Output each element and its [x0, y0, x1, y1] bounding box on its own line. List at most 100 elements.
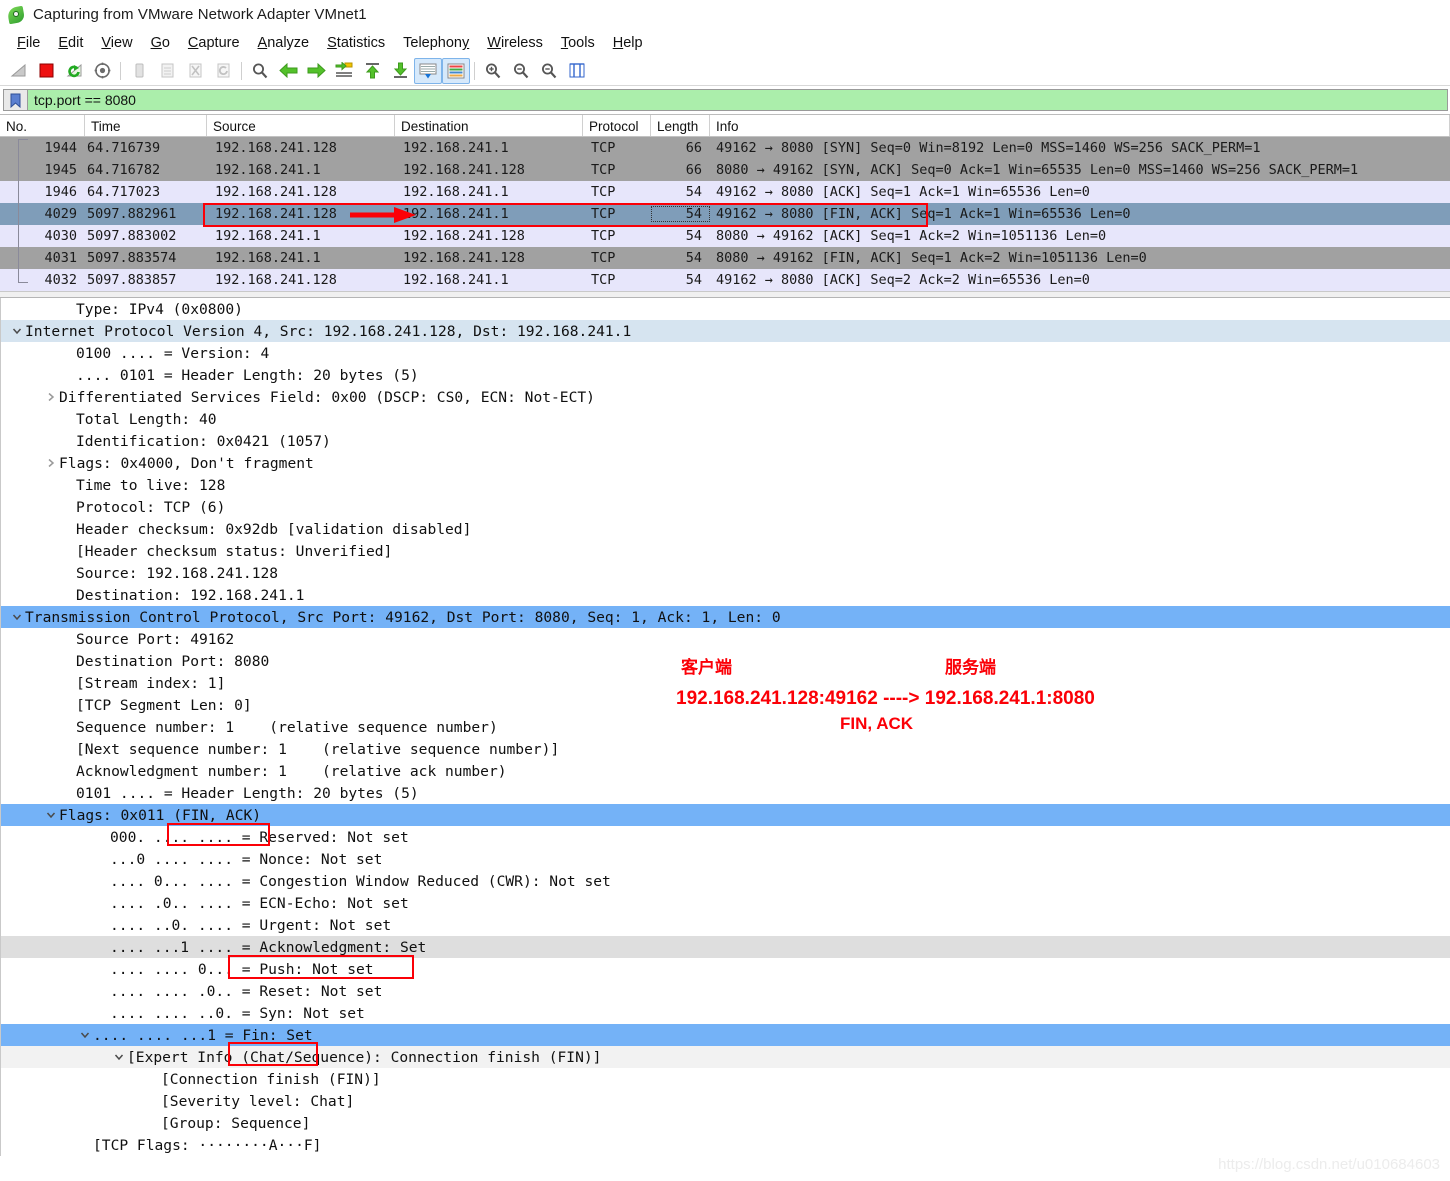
chevron-down-icon[interactable] — [111, 1052, 127, 1062]
menu-help[interactable]: Help — [604, 33, 652, 53]
menu-go[interactable]: Go — [142, 33, 179, 53]
restart-capture-icon[interactable] — [60, 58, 88, 84]
display-filter-input[interactable]: tcp.port == 8080 — [28, 90, 1447, 110]
packet-list-row[interactable]: 4029 5097.882961 192.168.241.128 192.168.24… — [0, 203, 1450, 225]
detail-tree-row[interactable]: .... ..0. .... = Urgent: Not set — [1, 914, 1450, 936]
detail-tree-row[interactable]: .... 0... .... = Congestion Window Reduc… — [1, 870, 1450, 892]
detail-tree-row[interactable]: Source: 192.168.241.128 — [1, 562, 1450, 584]
detail-tree-row[interactable]: [Group: Sequence] — [1, 1112, 1450, 1134]
detail-tree-row[interactable]: .... ...1 .... = Acknowledgment: Set — [1, 936, 1450, 958]
packet-list-row[interactable]: 1945 64.716782 192.168.241.1 192.168.241.12… — [0, 159, 1450, 181]
packet-list-row[interactable]: 4031 5097.883574 192.168.241.1 192.168.241.… — [0, 247, 1450, 269]
detail-tree-row[interactable]: Sequence number: 1 (relative sequence nu… — [1, 716, 1450, 738]
packet-list-row[interactable]: 1944 64.716739 192.168.241.128 192.168.241.… — [0, 137, 1450, 159]
detail-tree-row[interactable]: .... .0.. .... = ECN-Echo: Not set — [1, 892, 1450, 914]
packet-list-column-source[interactable]: Source — [207, 115, 395, 136]
packet-list-row[interactable]: 4030 5097.883002 192.168.241.1 192.168.241.… — [0, 225, 1450, 247]
detail-tree-row[interactable]: Total Length: 40 — [1, 408, 1450, 430]
zoom-in-icon[interactable] — [479, 58, 507, 84]
menu-capture[interactable]: Capture — [179, 33, 249, 53]
pane-splitter[interactable] — [0, 291, 1450, 298]
detail-tree-row[interactable]: 000. .... .... = Reserved: Not set — [1, 826, 1450, 848]
detail-tree-row[interactable]: Flags: 0x011 (FIN, ACK) — [1, 804, 1450, 826]
chevron-right-icon[interactable] — [43, 458, 59, 468]
detail-tree-row[interactable]: .... 0101 = Header Length: 20 bytes (5) — [1, 364, 1450, 386]
detail-tree-row[interactable]: Source Port: 49162 — [1, 628, 1450, 650]
detail-tree-row[interactable]: Header checksum: 0x92db [validation disa… — [1, 518, 1450, 540]
detail-tree-row[interactable]: ...0 .... .... = Nonce: Not set — [1, 848, 1450, 870]
colorize-packets-icon[interactable] — [442, 57, 470, 84]
capture-options-icon[interactable] — [88, 58, 116, 84]
go-to-packet-icon[interactable] — [330, 58, 358, 84]
packet-list-column-no[interactable]: No. — [0, 115, 85, 136]
detail-tree-row[interactable]: Internet Protocol Version 4, Src: 192.16… — [1, 320, 1450, 342]
packet-list-column-time[interactable]: Time — [85, 115, 207, 136]
menu-statistics-rest: tatistics — [336, 35, 386, 51]
packet-list-row[interactable]: 1946 64.717023 192.168.241.128 192.168.241.… — [0, 181, 1450, 203]
go-forward-icon[interactable] — [302, 58, 330, 84]
zoom-reset-icon[interactable] — [535, 58, 563, 84]
packet-list-column-length[interactable]: Length — [651, 115, 710, 136]
detail-tree-row[interactable]: Differentiated Services Field: 0x00 (DSC… — [1, 386, 1450, 408]
packet-list-row[interactable]: 4032 5097.883857 192.168.241.128 192.168.24… — [0, 269, 1450, 291]
detail-tree-row[interactable]: Identification: 0x0421 (1057) — [1, 430, 1450, 452]
menu-file[interactable]: File — [8, 33, 49, 53]
menu-view[interactable]: View — [92, 33, 141, 53]
detail-tree-row[interactable]: Protocol: TCP (6) — [1, 496, 1450, 518]
detail-tree-row[interactable]: Type: IPv4 (0x0800) — [1, 298, 1450, 320]
detail-tree-row[interactable]: Acknowledgment number: 1 (relative ack n… — [1, 760, 1450, 782]
detail-tree-row[interactable]: Transmission Control Protocol, Src Port:… — [1, 606, 1450, 628]
packet-list-column-info[interactable]: Info — [710, 115, 1450, 136]
detail-tree-row[interactable]: .... .... .0.. = Reset: Not set — [1, 980, 1450, 1002]
chevron-down-icon[interactable] — [9, 326, 25, 336]
close-file-icon[interactable] — [181, 58, 209, 84]
detail-tree-row[interactable]: [Next sequence number: 1 (relative seque… — [1, 738, 1450, 760]
find-packet-icon[interactable] — [246, 58, 274, 84]
packet-list-column-destination[interactable]: Destination — [395, 115, 583, 136]
open-file-icon[interactable] — [125, 58, 153, 84]
chevron-down-icon[interactable] — [9, 612, 25, 622]
chevron-down-icon[interactable] — [43, 810, 59, 820]
detail-tree-row[interactable]: [Severity level: Chat] — [1, 1090, 1450, 1112]
packet-cell-info: 8080 → 49162 [ACK] Seq=1 Ack=2 Win=10511… — [716, 228, 1107, 244]
toolbar-separator — [474, 61, 475, 80]
stop-capture-icon[interactable] — [32, 58, 60, 84]
menu-tools[interactable]: Tools — [552, 33, 604, 53]
menu-edit[interactable]: Edit — [49, 33, 92, 53]
detail-tree-row[interactable]: [TCP Flags: ········A···F] — [1, 1134, 1450, 1156]
detail-tree-row[interactable]: 0100 .... = Version: 4 — [1, 342, 1450, 364]
chevron-right-icon[interactable] — [43, 392, 59, 402]
display-filter-bar[interactable]: tcp.port == 8080 — [3, 89, 1448, 111]
bookmark-icon[interactable] — [4, 90, 28, 110]
detail-tree-row[interactable]: [Header checksum status: Unverified] — [1, 540, 1450, 562]
packet-list-column-protocol[interactable]: Protocol — [583, 115, 651, 136]
packet-details-pane[interactable]: Type: IPv4 (0x0800) Internet Protocol Ver… — [0, 298, 1450, 1156]
menu-telephony[interactable]: Telephony — [394, 33, 478, 53]
detail-tree-row[interactable]: .... .... 0... = Push: Not set — [1, 958, 1450, 980]
detail-tree-row[interactable]: [Expert Info (Chat/Sequence): Connection… — [1, 1046, 1450, 1068]
go-back-icon[interactable] — [274, 58, 302, 84]
menu-analyze[interactable]: Analyze — [249, 33, 319, 53]
detail-tree-row[interactable]: .... .... ..0. = Syn: Not set — [1, 1002, 1450, 1024]
reload-file-icon[interactable] — [209, 58, 237, 84]
packet-list-header[interactable]: No. Time Source Destination Protocol Length In… — [0, 115, 1450, 137]
menu-view-rest: iew — [110, 35, 133, 51]
zoom-out-icon[interactable] — [507, 58, 535, 84]
resize-columns-icon[interactable] — [563, 58, 591, 84]
detail-tree-row[interactable]: Flags: 0x4000, Don't fragment — [1, 452, 1450, 474]
auto-scroll-icon[interactable] — [414, 57, 442, 84]
detail-tree-row[interactable]: .... .... ...1 = Fin: Set — [1, 1024, 1450, 1046]
menu-wireless[interactable]: Wireless — [478, 33, 552, 53]
detail-tree-row[interactable]: 0101 .... = Header Length: 20 bytes (5) — [1, 782, 1450, 804]
menu-statistics[interactable]: Statistics — [318, 33, 394, 53]
save-file-icon[interactable] — [153, 58, 181, 84]
start-capture-icon[interactable] — [4, 58, 32, 84]
detail-tree-row[interactable]: Destination: 192.168.241.1 — [1, 584, 1450, 606]
chevron-down-icon[interactable] — [77, 1030, 93, 1040]
packet-list-body[interactable]: 1944 64.716739 192.168.241.128 192.168.241.… — [0, 137, 1450, 291]
go-to-first-packet-icon[interactable] — [358, 58, 386, 84]
detail-tree-row[interactable]: Time to live: 128 — [1, 474, 1450, 496]
packet-list-pane[interactable]: No. Time Source Destination Protocol Length In… — [0, 114, 1450, 291]
go-to-last-packet-icon[interactable] — [386, 58, 414, 84]
detail-tree-row[interactable]: [Connection finish (FIN)] — [1, 1068, 1450, 1090]
